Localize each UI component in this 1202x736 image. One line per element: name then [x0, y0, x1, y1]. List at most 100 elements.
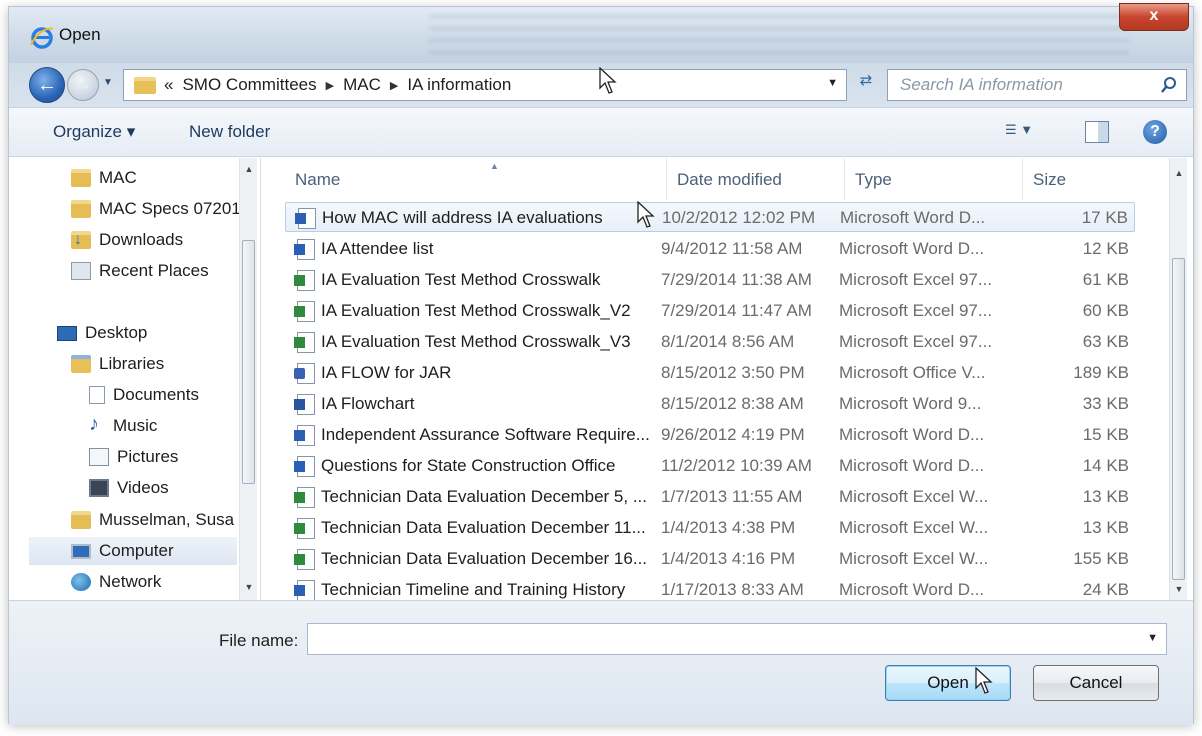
file-row[interactable]: IA Evaluation Test Method Crosswalk_V3 8…	[285, 327, 1135, 357]
file-name: Independent Assurance Software Require..…	[321, 425, 650, 444]
navigation-pane: MAC MAC Specs 07201 Downloads Recent Pla…	[9, 158, 261, 600]
window-title: Open	[59, 25, 101, 44]
file-name-combobox[interactable]: ▼	[307, 623, 1167, 655]
nav-item-recent-places[interactable]: Recent Places	[71, 257, 209, 285]
nav-item-label: Recent Places	[99, 261, 209, 280]
breadcrumb-item[interactable]: SMO Committees	[182, 75, 316, 95]
column-header-size[interactable]: Size	[1023, 158, 1135, 200]
file-size: 24 KB	[1082, 580, 1129, 599]
forward-button[interactable]: →	[67, 69, 99, 101]
recent-places-icon	[71, 262, 91, 280]
file-row[interactable]: IA Evaluation Test Method Crosswalk_V2 7…	[285, 296, 1135, 326]
nav-item-network[interactable]: Network	[71, 568, 161, 596]
nav-item-label: Downloads	[99, 230, 184, 249]
file-size: 13 KB	[1082, 487, 1129, 506]
address-bar[interactable]: « SMO Committees ▶ MAC ▶ IA information …	[123, 69, 847, 101]
close-button[interactable]: x	[1119, 3, 1189, 31]
nav-item-documents[interactable]: Documents	[89, 381, 199, 409]
chevron-right-icon[interactable]: ▶	[390, 79, 398, 92]
breadcrumb-item[interactable]: IA information	[407, 75, 511, 95]
file-size: 60 KB	[1082, 301, 1129, 320]
file-name: IA FLOW for JAR	[321, 363, 452, 382]
nav-pane-scrollbar[interactable]: ▲ ▼	[239, 158, 257, 600]
chevron-right-icon[interactable]: ▶	[326, 79, 334, 92]
file-list-scrollbar[interactable]: ▲ ▼	[1169, 158, 1187, 600]
file-date: 7/29/2014 11:47 AM	[661, 301, 812, 320]
file-date: 8/15/2012 8:38 AM	[661, 394, 804, 413]
excel-workbook-icon	[294, 549, 315, 570]
nav-item-label: MAC Specs 07201	[99, 199, 239, 218]
file-name: IA Attendee list	[321, 239, 434, 258]
preview-pane-icon[interactable]	[1085, 121, 1109, 143]
scroll-down-icon[interactable]: ▼	[240, 582, 258, 598]
file-name: IA Evaluation Test Method Crosswalk	[321, 270, 601, 289]
folder-icon	[71, 169, 91, 187]
file-row[interactable]: How MAC will address IA evaluations 10/2…	[285, 202, 1135, 232]
file-size: 155 KB	[1073, 549, 1129, 568]
file-date: 9/26/2012 4:19 PM	[661, 425, 805, 444]
nav-item-label: Musselman, Susa	[99, 510, 235, 529]
breadcrumb-item[interactable]: MAC	[343, 75, 381, 95]
column-header-date[interactable]: Date modified	[667, 158, 845, 200]
file-row[interactable]: Technician Data Evaluation December 11..…	[285, 513, 1135, 543]
scrollbar-thumb[interactable]	[242, 240, 255, 484]
nav-item-videos[interactable]: Videos	[89, 474, 169, 502]
scroll-up-icon[interactable]: ▲	[1170, 168, 1188, 184]
cancel-button[interactable]: Cancel	[1033, 665, 1159, 701]
nav-item-user-folder[interactable]: Musselman, Susa	[71, 506, 239, 534]
search-input[interactable]	[900, 75, 1140, 95]
file-row[interactable]: IA Flowchart 8/15/2012 8:38 AM Microsoft…	[285, 389, 1135, 419]
title-bar: Open x	[9, 3, 1193, 63]
file-row[interactable]: Technician Data Evaluation December 16..…	[285, 544, 1135, 574]
file-row[interactable]: Independent Assurance Software Require..…	[285, 420, 1135, 450]
excel-97-icon	[294, 332, 315, 353]
file-name-input[interactable]	[314, 629, 1134, 649]
desktop-icon	[57, 325, 77, 341]
back-arrow-icon: ←	[37, 74, 57, 96]
address-dropdown-icon[interactable]: ▼	[827, 77, 838, 89]
nav-item-downloads[interactable]: Downloads	[71, 226, 183, 254]
search-icon[interactable]	[1160, 76, 1178, 94]
refresh-icon[interactable]: ⇄	[851, 71, 881, 99]
file-row[interactable]: IA Evaluation Test Method Crosswalk 7/29…	[285, 265, 1135, 295]
close-icon: x	[1149, 7, 1159, 24]
command-toolbar: Organize ▾ New folder ☰ ▼ ?	[9, 107, 1193, 157]
breadcrumb-overflow[interactable]: «	[164, 75, 173, 95]
file-type: Microsoft Word D...	[839, 456, 985, 475]
back-button[interactable]: ←	[29, 67, 65, 103]
file-type: Microsoft Word 9...	[839, 394, 982, 413]
file-date: 11/2/2012 10:39 AM	[661, 456, 812, 475]
user-folder-icon	[71, 511, 91, 529]
search-box[interactable]	[887, 69, 1187, 101]
change-view-icon[interactable]: ☰ ▼	[1005, 122, 1055, 144]
column-header-name[interactable]: Name ▲	[285, 158, 667, 200]
scroll-down-icon[interactable]: ▼	[1170, 584, 1188, 600]
file-size: 63 KB	[1082, 332, 1129, 351]
nav-item-music[interactable]: Music	[89, 412, 157, 440]
scroll-up-icon[interactable]: ▲	[240, 164, 258, 180]
nav-item-label: Libraries	[99, 354, 165, 373]
nav-item-label: Documents	[113, 385, 199, 404]
scrollbar-thumb[interactable]	[1172, 258, 1185, 580]
file-row[interactable]: IA Attendee list 9/4/2012 11:58 AM Micro…	[285, 234, 1135, 264]
organize-menu[interactable]: Organize ▾	[53, 122, 135, 142]
nav-item-pictures[interactable]: Pictures	[89, 443, 178, 471]
videos-icon	[89, 479, 109, 497]
file-row[interactable]: Technician Data Evaluation December 5, .…	[285, 482, 1135, 512]
file-name: Technician Data Evaluation December 16..…	[321, 549, 648, 568]
nav-item-mac[interactable]: MAC	[71, 164, 137, 192]
nav-item-computer[interactable]: Computer	[29, 537, 237, 565]
nav-item-mac-specs[interactable]: MAC Specs 07201	[71, 195, 239, 223]
file-row[interactable]: Questions for State Construction Office …	[285, 451, 1135, 481]
nav-item-desktop[interactable]: Desktop	[57, 319, 147, 347]
help-icon[interactable]: ?	[1143, 120, 1167, 144]
nav-item-libraries[interactable]: Libraries	[71, 350, 164, 378]
visio-icon	[294, 363, 315, 384]
column-header-type[interactable]: Type	[845, 158, 1023, 200]
recent-pages-dropdown[interactable]: ▼	[103, 77, 119, 93]
file-type: Microsoft Word D...	[839, 580, 985, 599]
chevron-down-icon[interactable]: ▼	[1147, 632, 1158, 644]
file-row[interactable]: IA FLOW for JAR 8/15/2012 3:50 PM Micros…	[285, 358, 1135, 388]
new-folder-button[interactable]: New folder	[189, 122, 270, 142]
file-name: Technician Data Evaluation December 5, .…	[321, 487, 648, 506]
